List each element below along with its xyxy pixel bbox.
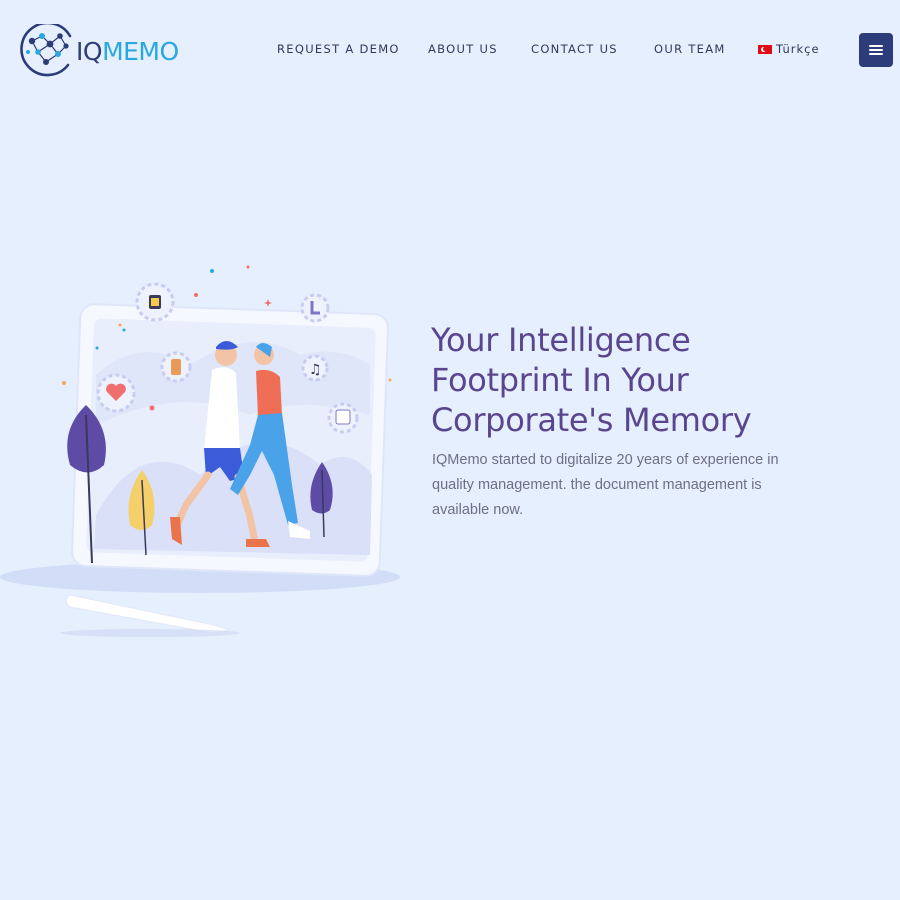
turkey-flag-icon	[758, 44, 772, 54]
phone-badge	[160, 351, 192, 383]
hero-title-line-3: Corporate's Memory	[431, 401, 752, 439]
svg-text:♫: ♫	[309, 362, 322, 378]
stylus	[60, 594, 240, 637]
language-label: Türkçe	[776, 42, 820, 56]
music-badge: ♫	[301, 354, 329, 382]
nav-contact-us[interactable]: CONTACT US	[531, 42, 618, 56]
hero-illustration: ♫	[0, 265, 400, 637]
hero-description: IQMemo started to digitalize 20 years of…	[432, 452, 779, 518]
hero-title-line-1: Your Intelligence	[431, 321, 691, 359]
logo[interactable]: IQMEMO	[20, 24, 192, 78]
nav-about-us[interactable]: ABOUT US	[428, 42, 498, 56]
language-switcher[interactable]: Türkçe	[758, 42, 820, 56]
hero-title: Your Intelligence Footprint In Your Corp…	[431, 320, 871, 440]
logo-wordmark: IQMEMO	[76, 39, 179, 64]
calendar-badge	[327, 402, 359, 434]
hamburger-menu-icon	[869, 45, 883, 55]
boot-badge	[300, 293, 330, 323]
watch-badge	[135, 282, 175, 322]
heart-rate-badge	[96, 373, 136, 413]
hero-title-line-2: Footprint In Your	[431, 361, 689, 399]
logo-prefix: IQ	[76, 36, 103, 66]
nav-request-demo[interactable]: REQUEST A DEMO	[277, 42, 400, 56]
page: IQMEMO REQUEST A DEMO ABOUT US CONTACT U…	[0, 0, 900, 900]
nav-our-team[interactable]: OUR TEAM	[654, 42, 726, 56]
menu-button[interactable]	[859, 33, 893, 67]
logo-suffix: MEMO	[102, 36, 179, 66]
network-logo-icon	[20, 24, 72, 77]
